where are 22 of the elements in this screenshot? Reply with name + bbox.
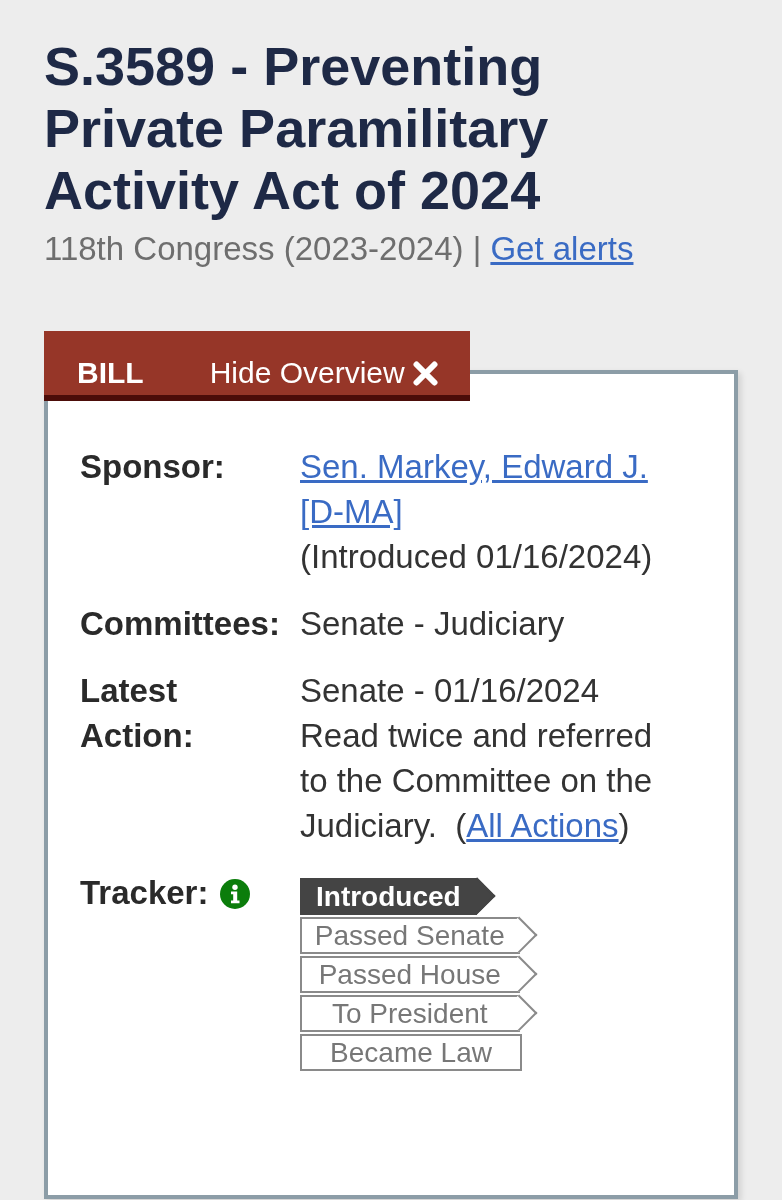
tracker-step: Became Law [300,1034,522,1071]
tracker-step: Passed Senate [300,917,538,954]
congress-info: 118th Congress (2023-2024) | Get alerts [44,229,634,269]
tracker-step: Introduced [300,878,496,915]
close-icon [412,360,438,386]
all-actions-link[interactable]: All Actions [466,807,619,844]
field-label: Sponsor: [80,447,225,487]
field-label: Latest Action: [80,671,195,756]
hide-overview-button[interactable]: Hide Overview [209,351,438,395]
tracker-step: Passed House [300,956,538,993]
tracker-step: To President [300,995,538,1032]
page-title: S.3589 - Preventing Private Paramilitary Activity Act of 2024 [44,35,550,221]
field-value: Senate - Judiciary [300,604,566,644]
action-description: Read twice and referred to the Committee on the Judiciary. (All Actions) [300,716,654,846]
action-date: Senate - 01/16/2024 [300,671,601,711]
bill-type-label: BILL [77,355,144,391]
field-label: Committees: [80,604,280,644]
info-icon[interactable] [220,879,251,909]
get-alerts-link[interactable]: Get alerts [490,230,634,267]
sponsor-note: (Introduced 01/16/2024) [300,537,654,577]
sponsor-link[interactable]: Sen. Markey, Edward J. [D-MA] [300,444,670,534]
field-label: Tracker: [80,873,209,913]
